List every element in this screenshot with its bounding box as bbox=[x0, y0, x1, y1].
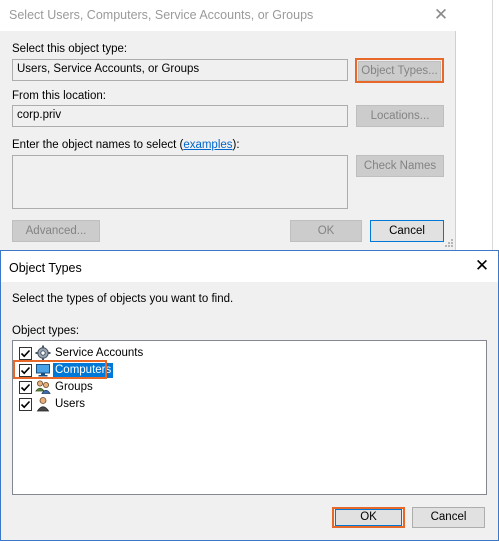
list-item-label: Users bbox=[55, 397, 86, 410]
groups-checkbox[interactable] bbox=[19, 380, 32, 394]
window-behind-edge bbox=[492, 0, 493, 250]
groups-icon bbox=[35, 380, 51, 394]
object-types-list-label: Object types: bbox=[12, 325, 80, 337]
object-type-field: Users, Service Accounts, or Groups bbox=[12, 59, 348, 81]
object-names-label: Enter the object names to select (exampl… bbox=[12, 139, 240, 151]
location-field: corp.priv bbox=[12, 105, 348, 127]
object-types-button[interactable]: Object Types... bbox=[358, 61, 441, 81]
list-item[interactable]: Users bbox=[19, 396, 87, 412]
object-names-label-suffix: ): bbox=[232, 139, 240, 151]
computers-highlight bbox=[13, 360, 107, 379]
close-icon[interactable]: ✕ bbox=[473, 257, 491, 275]
object-names-input[interactable] bbox=[12, 155, 348, 209]
list-item[interactable]: Groups bbox=[19, 379, 95, 395]
select-objects-title: Select Users, Computers, Service Account… bbox=[9, 8, 314, 22]
service-accounts-checkbox[interactable] bbox=[19, 346, 32, 360]
object-types-instruction: Select the types of objects you want to … bbox=[12, 293, 234, 305]
list-item[interactable]: Service Accounts bbox=[19, 345, 145, 361]
close-icon[interactable]: ✕ bbox=[432, 6, 450, 24]
list-item-label: Groups bbox=[55, 380, 93, 393]
ok-button-background[interactable]: OK bbox=[290, 220, 362, 242]
service-accounts-icon bbox=[35, 345, 51, 361]
object-types-title: Object Types bbox=[9, 261, 82, 275]
locations-button[interactable]: Locations... bbox=[356, 105, 444, 127]
users-icon bbox=[36, 397, 50, 412]
location-label: From this location: bbox=[12, 90, 106, 102]
cancel-button-background[interactable]: Cancel bbox=[370, 220, 444, 242]
check-names-button[interactable]: Check Names bbox=[356, 155, 444, 177]
object-type-label: Select this object type: bbox=[12, 43, 128, 55]
cancel-button[interactable]: Cancel bbox=[412, 507, 485, 528]
users-checkbox[interactable] bbox=[19, 397, 32, 411]
advanced-button[interactable]: Advanced... bbox=[12, 220, 100, 242]
resize-grip-icon[interactable] bbox=[444, 238, 454, 248]
ok-button[interactable]: OK bbox=[335, 509, 402, 526]
examples-link[interactable]: examples bbox=[183, 139, 232, 151]
list-item-label: Service Accounts bbox=[55, 346, 144, 359]
object-names-label-prefix: Enter the object names to select ( bbox=[12, 139, 184, 151]
